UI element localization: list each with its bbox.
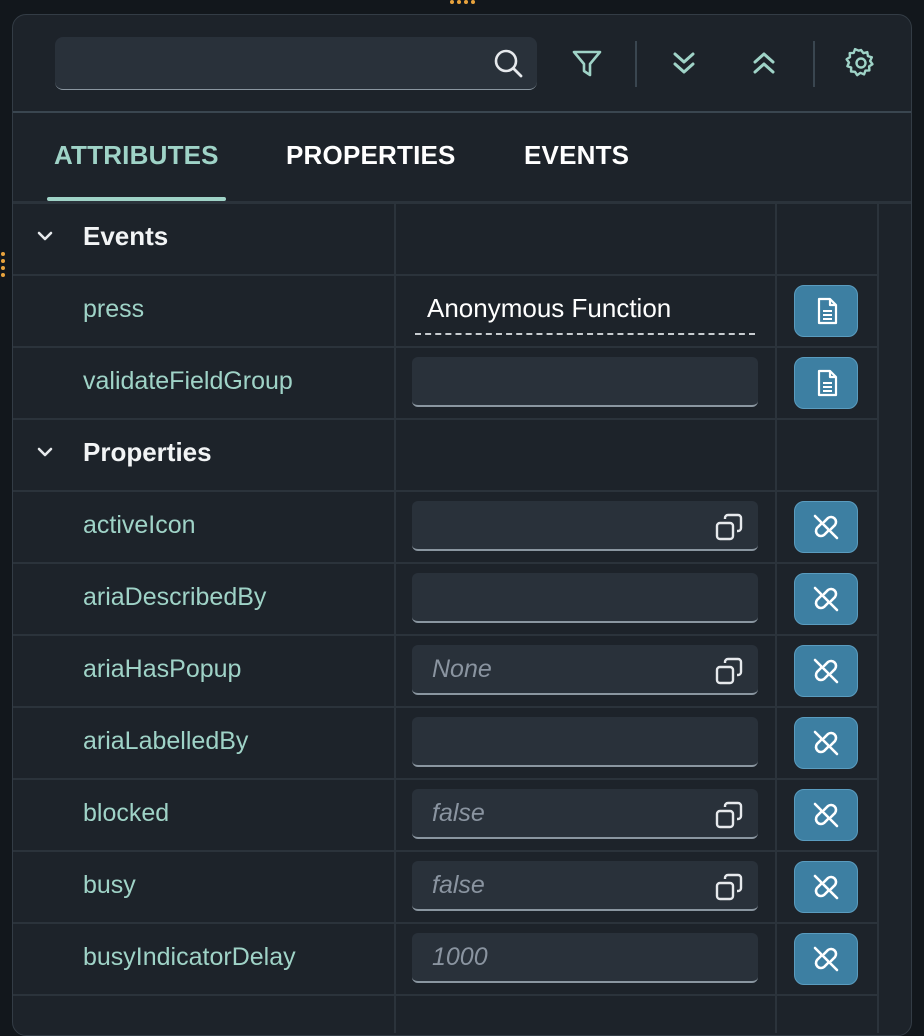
search-input[interactable] — [67, 45, 491, 81]
settings-button[interactable] — [841, 41, 881, 85]
unbind-button[interactable] — [794, 861, 858, 913]
property-name: ariaHasPopup — [83, 655, 242, 683]
search-box[interactable] — [55, 37, 537, 90]
property-value-field[interactable] — [412, 573, 758, 623]
tab-attributes[interactable]: ATTRIBUTES — [47, 111, 226, 201]
tab-properties-label: PROPERTIES — [286, 139, 456, 170]
unbind-icon — [813, 586, 839, 612]
attributes-grid: Events press Anonymous Function validate… — [13, 203, 911, 1033]
property-name: press — [83, 295, 145, 323]
tab-attributes-label: ATTRIBUTES — [54, 139, 219, 170]
unbind-button[interactable] — [794, 717, 858, 769]
property-value-field[interactable]: None — [412, 645, 758, 695]
unbind-button[interactable] — [794, 645, 858, 697]
open-value-help-icon[interactable] — [714, 656, 744, 686]
table-row: ariaDescribedBy — [13, 563, 877, 636]
unbind-icon — [813, 514, 839, 540]
tab-events[interactable]: EVENTS — [524, 111, 629, 199]
unbind-icon — [813, 874, 839, 900]
filter-icon — [572, 50, 602, 77]
unbind-button[interactable] — [794, 789, 858, 841]
table-row: activeIcon — [13, 491, 877, 564]
property-name: activeIcon — [83, 511, 196, 539]
group-row-events[interactable]: Events — [13, 203, 877, 276]
collapse-all-button[interactable] — [744, 41, 784, 85]
active-tab-indicator — [47, 197, 226, 201]
group-row-properties[interactable]: Properties — [13, 419, 877, 492]
properties-panel: ATTRIBUTES PROPERTIES EVENTS Events pres… — [12, 14, 912, 1036]
property-value-field[interactable]: false — [412, 789, 758, 839]
open-value-help-icon[interactable] — [714, 512, 744, 542]
property-name: busyIndicatorDelay — [83, 943, 296, 971]
chevron-down-icon[interactable] — [35, 226, 55, 246]
document-icon — [817, 369, 838, 397]
group-label: Events — [83, 221, 169, 251]
property-value-field[interactable]: false — [412, 861, 758, 911]
property-name: busy — [83, 871, 136, 899]
settings-icon — [845, 47, 874, 77]
unbind-icon — [813, 946, 839, 972]
table-row: blocked false — [13, 779, 877, 852]
left-resize-grip[interactable] — [0, 252, 6, 284]
unbind-button[interactable] — [794, 933, 858, 985]
property-value-field[interactable] — [412, 501, 758, 551]
table-row: ariaHasPopup None — [13, 635, 877, 708]
expand-all-button[interactable] — [664, 41, 704, 85]
search-icon[interactable] — [493, 48, 523, 78]
event-handler-value: Anonymous Function — [427, 293, 672, 323]
property-name: ariaLabelledBy — [83, 727, 249, 755]
unbind-icon — [813, 802, 839, 828]
property-value-field[interactable] — [412, 717, 758, 767]
toolbar-divider — [813, 41, 815, 87]
collapse-all-icon — [753, 52, 775, 74]
toolbar — [13, 15, 911, 113]
tab-events-label: EVENTS — [524, 139, 630, 170]
open-value-help-icon[interactable] — [714, 872, 744, 902]
chevron-down-icon[interactable] — [35, 442, 55, 462]
table-row: ariaLabelledBy — [13, 707, 877, 780]
table-row: busyIndicatorDelay 1000 — [13, 923, 877, 996]
field-placeholder: None — [432, 655, 492, 683]
unbind-icon — [813, 730, 839, 756]
table-row: validateFieldGroup — [13, 347, 877, 420]
field-placeholder: 1000 — [432, 943, 488, 971]
event-value-field[interactable] — [412, 357, 758, 407]
property-name: blocked — [83, 799, 170, 827]
filter-button[interactable] — [567, 41, 607, 85]
unbind-button[interactable] — [794, 573, 858, 625]
column-divider — [877, 203, 879, 1033]
expand-all-icon — [673, 52, 695, 74]
field-placeholder: false — [432, 799, 485, 827]
tab-properties[interactable]: PROPERTIES — [286, 111, 456, 199]
unbind-icon — [813, 658, 839, 684]
toolbar-divider — [635, 41, 637, 87]
event-document-button[interactable] — [794, 357, 858, 409]
table-row: press Anonymous Function — [13, 275, 877, 348]
event-document-button[interactable] — [794, 285, 858, 337]
field-placeholder: false — [432, 871, 485, 899]
table-row: busy false — [13, 851, 877, 924]
unbind-button[interactable] — [794, 501, 858, 553]
property-name: validateFieldGroup — [83, 367, 293, 395]
open-value-help-icon[interactable] — [714, 800, 744, 830]
property-value-field[interactable]: 1000 — [412, 933, 758, 983]
event-handler-link[interactable]: Anonymous Function — [415, 283, 755, 335]
tab-bar: ATTRIBUTES PROPERTIES EVENTS — [13, 111, 911, 204]
property-name: ariaDescribedBy — [83, 583, 267, 611]
document-icon — [817, 297, 838, 325]
top-resize-grip[interactable] — [446, 0, 478, 6]
group-label: Properties — [83, 437, 212, 467]
